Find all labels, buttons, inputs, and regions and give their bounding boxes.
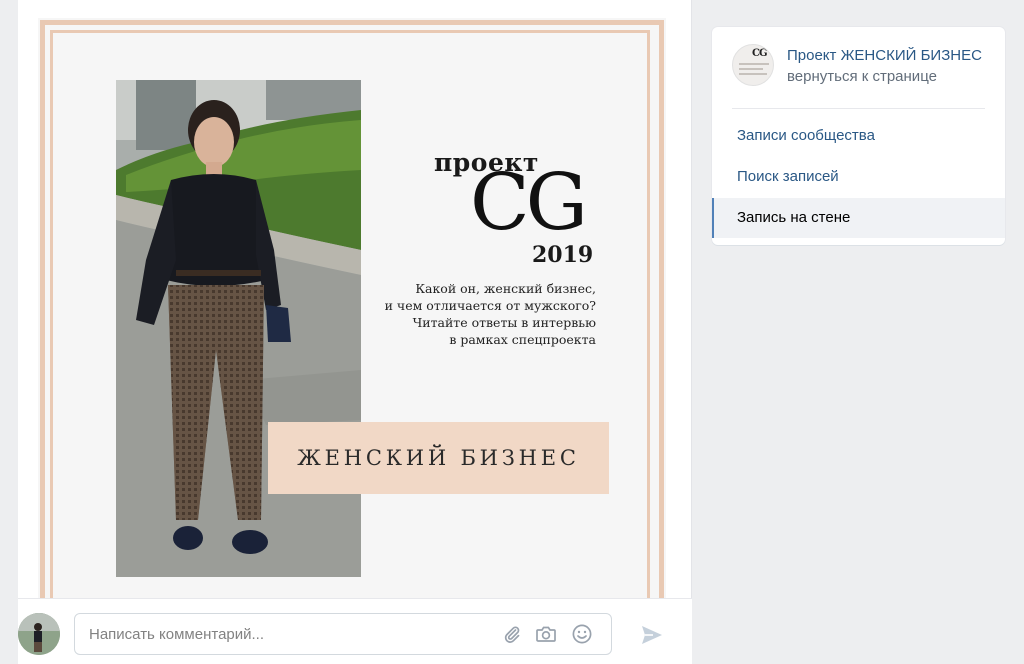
description-line: в рамках спецпроекта <box>449 332 596 347</box>
paperclip-icon[interactable] <box>501 623 523 645</box>
community-name[interactable]: Проект ЖЕНСКИЙ БИЗНЕС <box>787 47 989 64</box>
send-icon[interactable] <box>640 623 664 647</box>
comment-input[interactable] <box>89 614 489 654</box>
description-line: Какой он, женский бизнес, <box>415 281 596 296</box>
project-year: 2019 <box>532 242 594 268</box>
sidebar-card: CG Проект ЖЕНСКИЙ БИЗНЕС вернуться к стр… <box>712 27 1005 245</box>
project-logo: CG <box>470 158 588 248</box>
description-line: и чем отличается от мужского? <box>384 298 596 313</box>
back-to-page-link[interactable]: вернуться к странице <box>787 68 937 85</box>
wall-post: проект CG 2019 Какой он, женский бизнес,… <box>18 0 692 664</box>
camera-icon[interactable] <box>535 623 557 645</box>
avatar[interactable] <box>18 613 60 655</box>
badge-text: ЖЕНСКИЙ БИЗНЕС <box>297 446 580 470</box>
comment-bar <box>18 598 692 664</box>
description-line: Читайте ответы в интервью <box>412 315 596 330</box>
project-badge: ЖЕНСКИЙ БИЗНЕС <box>268 422 609 494</box>
sidebar-item-search-posts[interactable]: Поиск записей <box>712 157 1005 197</box>
woman-photo <box>116 80 361 577</box>
post-image[interactable]: проект CG 2019 Какой он, женский бизнес,… <box>38 18 666 598</box>
smile-icon[interactable] <box>571 623 593 645</box>
sidebar-item-community-posts[interactable]: Записи сообщества <box>712 116 1005 156</box>
community-avatar[interactable]: CG <box>732 44 774 86</box>
comment-field[interactable] <box>74 613 612 655</box>
project-description: Какой он, женский бизнес, и чем отличает… <box>326 280 596 348</box>
sidebar-item-wall-post[interactable]: Запись на стене <box>712 198 1005 238</box>
page-left-gutter <box>0 0 18 664</box>
divider <box>732 108 985 109</box>
